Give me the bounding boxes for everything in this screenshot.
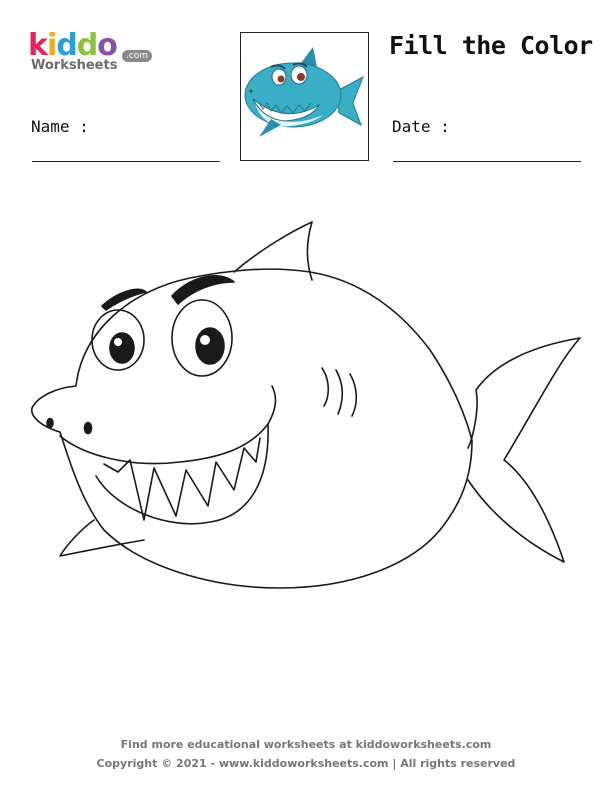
page-title: Fill the Color — [389, 31, 593, 60]
shark-outline-icon — [31, 221, 581, 589]
color-reference-box — [240, 32, 369, 161]
date-label: Date : — [392, 117, 450, 136]
shark-icon — [244, 47, 364, 137]
name-line — [32, 161, 220, 162]
logo-subtitle: Worksheets — [31, 58, 118, 73]
kiddo-logo: kiddo Worksheets .com — [28, 28, 158, 78]
footer-copyright: Copyright © 2021 - www.kiddoworksheets.c… — [96, 757, 516, 770]
shark-coloring-area — [20, 210, 590, 604]
footer-promo: Find more educational worksheets at kidd… — [120, 738, 492, 751]
logo-com-badge: .com — [122, 50, 153, 62]
name-label: Name : — [31, 117, 89, 136]
date-line — [393, 161, 581, 162]
